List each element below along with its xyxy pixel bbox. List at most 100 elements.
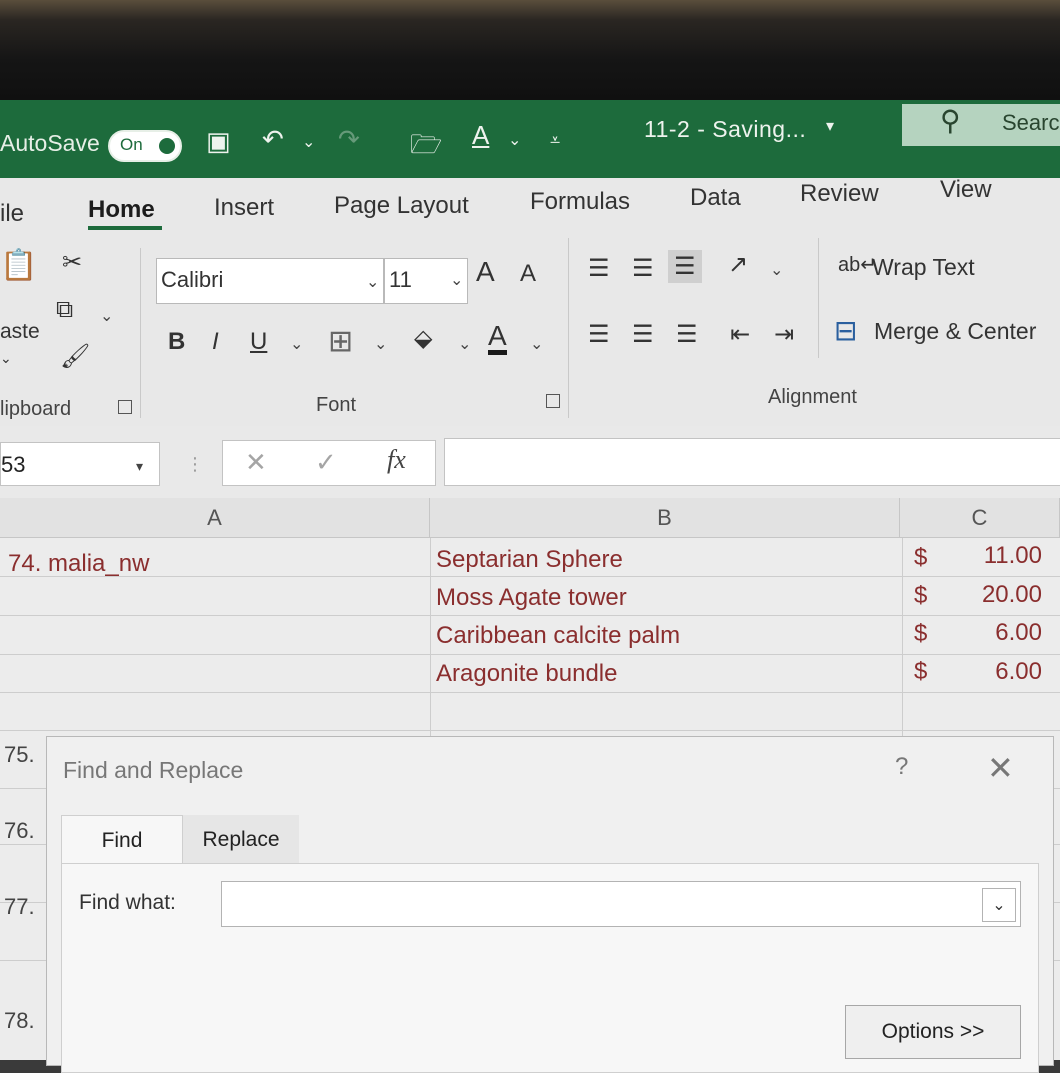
undo-icon[interactable]: ↶ bbox=[262, 124, 284, 155]
cut-icon[interactable]: ✂ bbox=[62, 248, 82, 277]
merge-center-icon[interactable]: ⊟ bbox=[834, 314, 857, 347]
column-letter: A bbox=[207, 504, 222, 530]
find-what-label: Find what: bbox=[79, 891, 176, 914]
bottom-align-icon[interactable]: ☰ bbox=[668, 250, 702, 283]
paste-icon[interactable]: 📋 bbox=[0, 248, 37, 283]
cancel-icon[interactable]: ✕ bbox=[245, 447, 267, 478]
find-what-input[interactable]: ⌄ bbox=[221, 881, 1021, 927]
enter-icon[interactable]: ✓ bbox=[315, 447, 337, 478]
column-header-a[interactable]: A bbox=[0, 498, 430, 538]
tab-data[interactable]: Data bbox=[690, 184, 741, 212]
format-painter-icon[interactable]: 🖌 bbox=[60, 342, 90, 371]
tab-page-layout[interactable]: Page Layout bbox=[334, 192, 469, 220]
options-button[interactable]: Options >> bbox=[845, 1005, 1021, 1059]
font-color-button[interactable]: A bbox=[488, 322, 507, 355]
orientation-icon[interactable]: ↗ bbox=[728, 250, 748, 279]
align-left-icon[interactable]: ☰ bbox=[588, 320, 610, 349]
autosave-toggle[interactable]: On bbox=[108, 130, 182, 162]
underline-dropdown-icon[interactable]: ⌄ bbox=[290, 334, 303, 354]
undo-dropdown-icon[interactable]: ⌄ bbox=[302, 132, 315, 152]
open-folder-icon[interactable]: 🗁 bbox=[410, 126, 442, 170]
copy-icon[interactable]: ⧉ bbox=[56, 296, 73, 324]
tab-view[interactable]: View bbox=[940, 176, 992, 204]
copy-dropdown-icon[interactable]: ⌄ bbox=[100, 306, 113, 326]
help-icon[interactable]: ? bbox=[895, 753, 908, 781]
tab-formulas[interactable]: Formulas bbox=[530, 188, 630, 216]
gridline bbox=[902, 538, 903, 738]
separator bbox=[140, 248, 141, 418]
decrease-font-icon[interactable]: A bbox=[520, 260, 536, 288]
font-color-icon[interactable]: A bbox=[472, 120, 489, 151]
cell-a[interactable]: 74. malia_nw bbox=[8, 550, 149, 578]
tab-home[interactable]: Home bbox=[88, 196, 155, 224]
document-title: 11-2 - Saving... bbox=[644, 116, 807, 142]
wrap-text-button[interactable]: Wrap Text bbox=[872, 254, 975, 281]
align-right-icon[interactable]: ☰ bbox=[676, 320, 698, 349]
cell-currency: $ bbox=[914, 582, 928, 609]
formula-bar: 53 ▾ ⋮ ✕ ✓ fx bbox=[0, 426, 1060, 498]
autosave-state: On bbox=[120, 135, 143, 154]
paste-label[interactable]: aste bbox=[0, 320, 40, 344]
fill-color-icon[interactable]: ⬙ bbox=[414, 324, 432, 353]
font-color-dropdown-icon[interactable]: ⌄ bbox=[530, 334, 543, 354]
column-header-c[interactable]: C bbox=[900, 498, 1060, 538]
tab-review[interactable]: Review bbox=[800, 180, 879, 208]
title-dropdown-icon[interactable]: ▾ bbox=[826, 116, 834, 136]
cell-currency: $ bbox=[914, 620, 928, 647]
increase-font-icon[interactable]: A bbox=[476, 256, 495, 288]
increase-indent-icon[interactable]: ⇥ bbox=[774, 320, 794, 349]
insert-function-icon[interactable]: fx bbox=[387, 445, 406, 475]
redo-icon[interactable]: ↷ bbox=[338, 124, 360, 155]
borders-icon[interactable]: ⊞ bbox=[328, 324, 353, 359]
top-align-icon[interactable]: ☰ bbox=[588, 254, 610, 283]
gridline bbox=[430, 538, 431, 738]
cell-b[interactable]: Septarian Sphere bbox=[436, 546, 623, 574]
cell-c[interactable]: 6.00 bbox=[942, 658, 1042, 686]
borders-dropdown-icon[interactable]: ⌄ bbox=[374, 334, 387, 354]
font-family-dropdown-icon[interactable]: ⌄ bbox=[366, 272, 379, 292]
search-placeholder: Searc bbox=[1002, 110, 1060, 135]
bold-button[interactable]: B bbox=[168, 328, 185, 356]
formula-input[interactable] bbox=[444, 438, 1060, 486]
cell-b[interactable]: Caribbean calcite palm bbox=[436, 622, 680, 650]
cell-c[interactable]: 11.00 bbox=[942, 542, 1042, 570]
italic-button[interactable]: I bbox=[212, 328, 219, 356]
qat-dropdown-icon[interactable]: ⌄ bbox=[508, 130, 521, 150]
gridline bbox=[0, 730, 1060, 731]
gridline bbox=[0, 576, 1060, 577]
decrease-indent-icon[interactable]: ⇤ bbox=[730, 320, 750, 349]
font-family-select[interactable]: Calibri bbox=[156, 258, 384, 304]
align-center-icon[interactable]: ☰ bbox=[632, 320, 654, 349]
save-icon[interactable]: ▣ bbox=[206, 126, 231, 157]
chevron-down-icon[interactable]: ⌄ bbox=[982, 888, 1016, 922]
underline-button[interactable]: U bbox=[250, 328, 267, 356]
font-launcher-icon[interactable] bbox=[546, 394, 560, 408]
options-label: Options >> bbox=[881, 1020, 985, 1043]
cell-c[interactable]: 20.00 bbox=[942, 581, 1042, 609]
clipboard-launcher-icon[interactable] bbox=[118, 400, 132, 414]
cell-c[interactable]: 6.00 bbox=[942, 619, 1042, 647]
find-replace-dialog: Find and Replace ? ✕ Find Replace Find w… bbox=[46, 736, 1054, 1073]
tab-find[interactable]: Find bbox=[61, 815, 183, 865]
alignment-group-label: Alignment bbox=[768, 386, 857, 408]
tab-insert[interactable]: Insert bbox=[214, 194, 274, 222]
tab-file[interactable]: ile bbox=[0, 200, 24, 228]
close-icon[interactable]: ✕ bbox=[987, 749, 1014, 787]
orientation-dropdown-icon[interactable]: ⌄ bbox=[770, 260, 783, 280]
font-size-dropdown-icon[interactable]: ⌄ bbox=[450, 270, 463, 290]
merge-center-button[interactable]: Merge & Center bbox=[874, 318, 1036, 345]
fill-dropdown-icon[interactable]: ⌄ bbox=[458, 334, 471, 354]
font-size-value: 11 bbox=[389, 267, 412, 292]
paste-dropdown-icon[interactable]: ⌄ bbox=[0, 350, 12, 367]
middle-align-icon[interactable]: ☰ bbox=[632, 254, 654, 283]
drag-handle-icon[interactable]: ⋮ bbox=[186, 454, 204, 475]
column-header-b[interactable]: B bbox=[430, 498, 900, 538]
name-box-dropdown-icon[interactable]: ▾ bbox=[136, 458, 143, 475]
customize-qat-icon[interactable]: ⩡ bbox=[550, 130, 560, 151]
name-box-value: 53 bbox=[1, 452, 26, 477]
cell-b[interactable]: Moss Agate tower bbox=[436, 584, 627, 612]
tab-label: Replace bbox=[202, 828, 280, 851]
tab-replace[interactable]: Replace bbox=[183, 815, 299, 865]
autosave-label: AutoSave bbox=[0, 130, 100, 156]
cell-b[interactable]: Aragonite bundle bbox=[436, 660, 617, 688]
